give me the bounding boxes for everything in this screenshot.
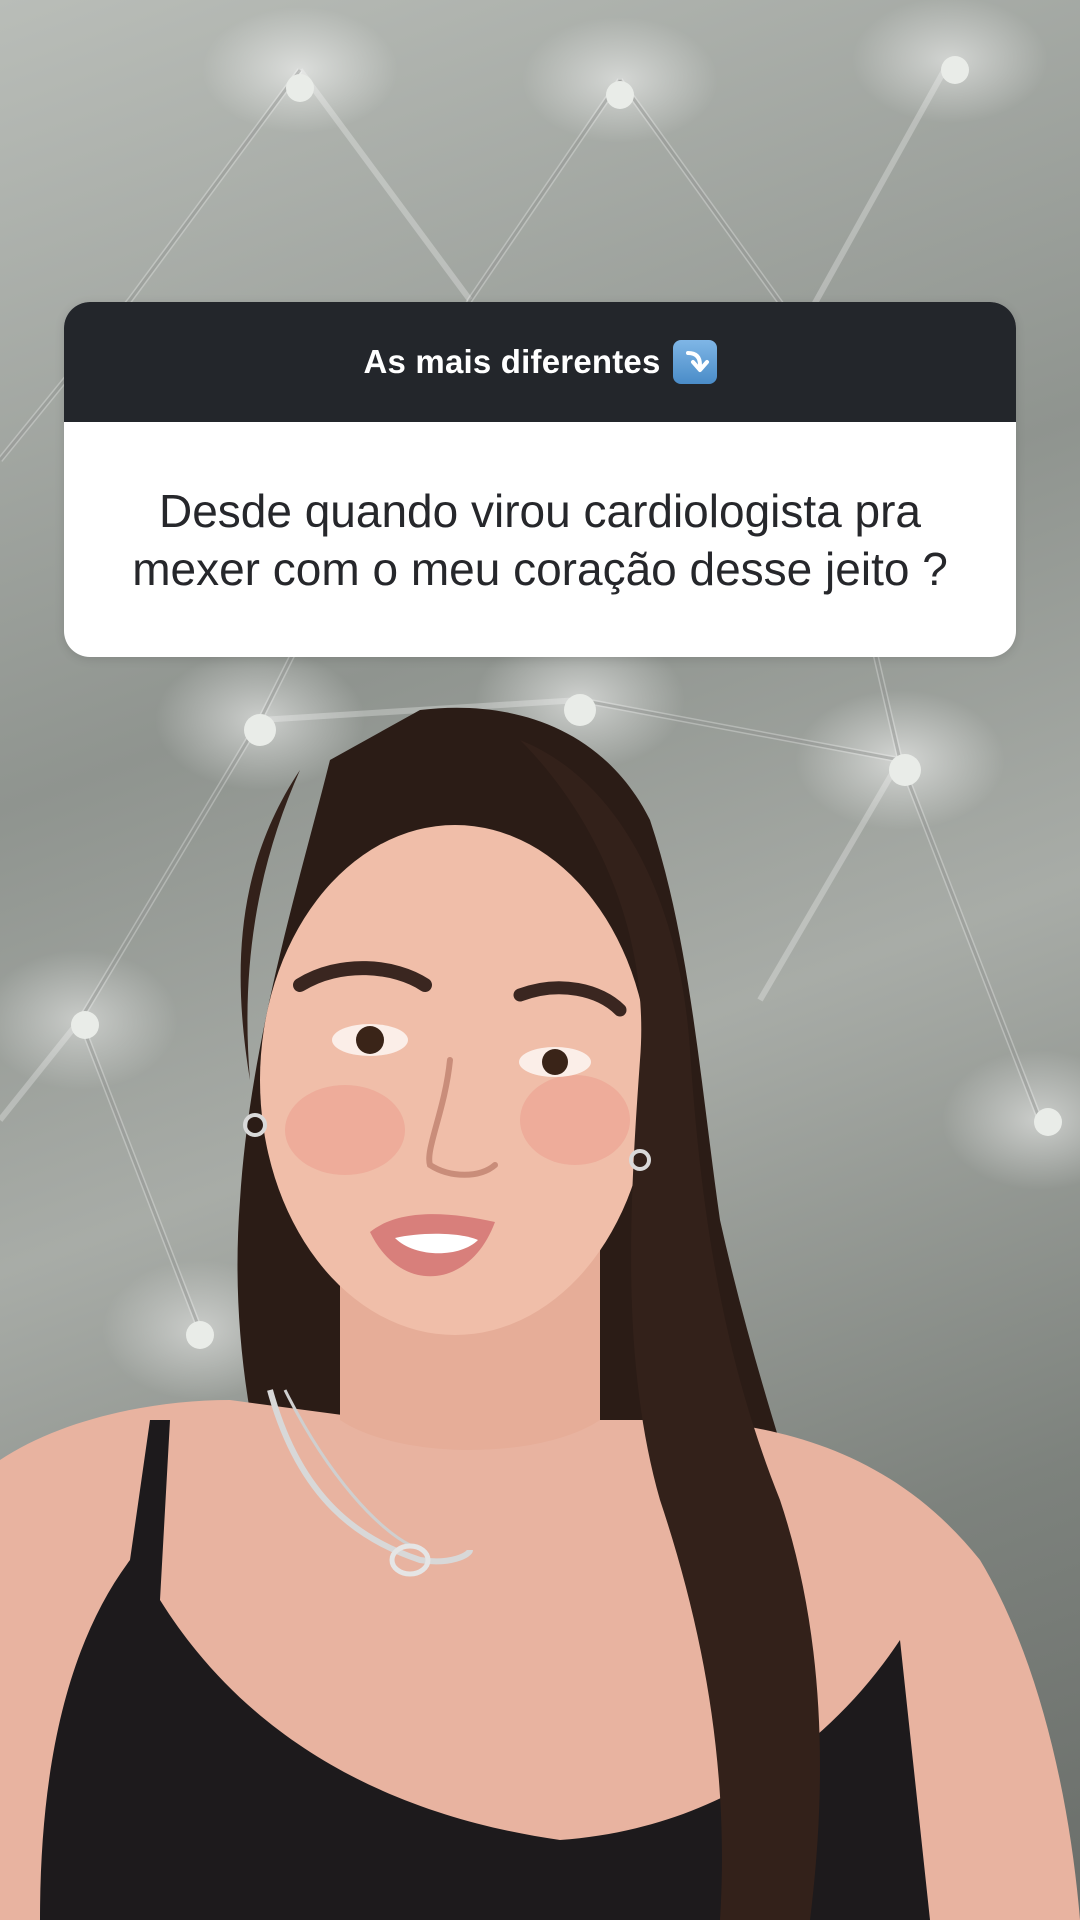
arrow-down-right-icon [672, 340, 717, 384]
question-sticker[interactable]: As mais diferentes Desde quando virou ca… [64, 302, 1016, 657]
question-sticker-body: Desde quando virou cardiologista pra mex… [64, 422, 1016, 657]
question-text: Desde quando virou cardiologista pra mex… [132, 484, 948, 595]
story-viewer[interactable]: As mais diferentes Desde quando virou ca… [0, 0, 1080, 1920]
question-sticker-header: As mais diferentes [64, 302, 1016, 422]
question-prompt: As mais diferentes [363, 343, 661, 380]
person-photo [0, 707, 1080, 1920]
